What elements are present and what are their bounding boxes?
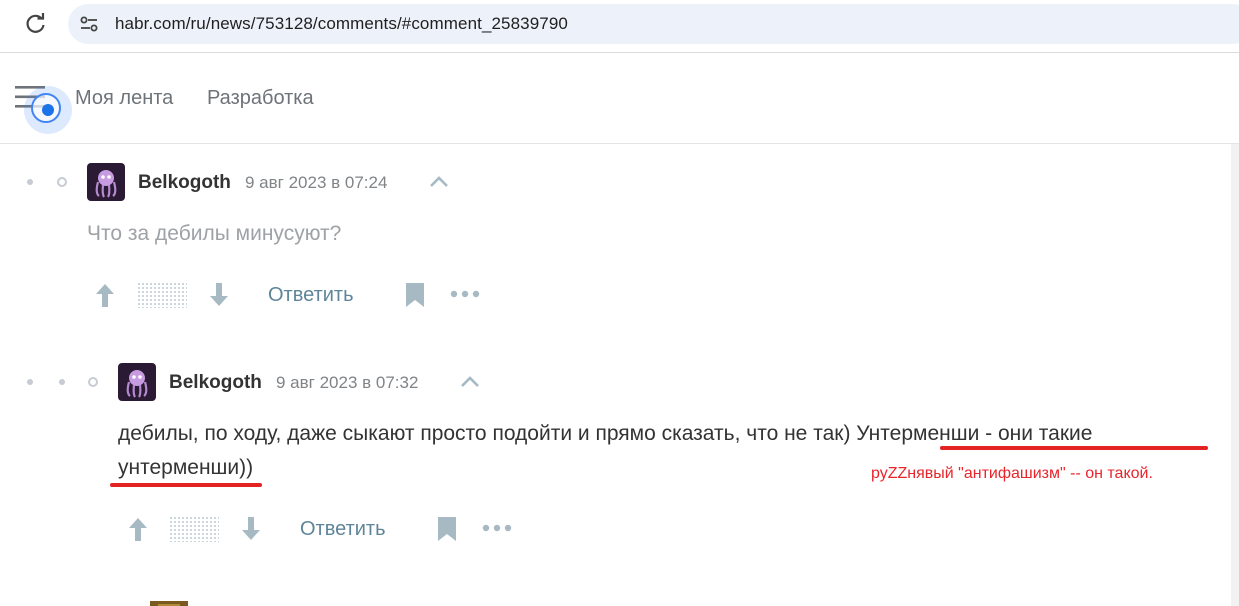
comment-date[interactable]: 9 авг 2023 в 07:24 xyxy=(245,173,387,193)
rating-hidden-icon xyxy=(137,282,187,308)
url-text[interactable]: habr.com/ru/news/753128/comments/#commen… xyxy=(115,14,568,34)
vote-down-icon[interactable] xyxy=(239,516,263,542)
chevron-up-icon[interactable] xyxy=(428,175,450,189)
vote-up-icon[interactable] xyxy=(126,516,150,542)
site-info-icon[interactable] xyxy=(78,13,100,35)
thread-dot xyxy=(27,179,33,185)
avatar[interactable] xyxy=(87,163,125,201)
rating-hidden-icon xyxy=(169,516,219,542)
comment-text: Что за дебилы минусуют? xyxy=(87,222,342,245)
address-bar[interactable]: habr.com/ru/news/753128/comments/#commen… xyxy=(68,4,1239,44)
thread-branch-icon[interactable] xyxy=(88,377,98,387)
comment-date[interactable]: 9 авг 2023 в 07:32 xyxy=(276,373,418,393)
comment-author[interactable]: Belkogoth xyxy=(138,172,231,194)
avatar[interactable] xyxy=(118,363,156,401)
chevron-up-icon[interactable] xyxy=(459,375,481,389)
thread-branch-icon[interactable] xyxy=(57,177,67,187)
reply-button[interactable]: Ответить xyxy=(268,284,354,307)
red-annotation: руZZнявый "антифашизм" -- он такой. xyxy=(871,465,1153,482)
touch-indicator xyxy=(24,86,72,134)
more-icon[interactable] xyxy=(450,290,480,298)
nav-my-feed[interactable]: Моя лента xyxy=(75,87,173,110)
more-icon[interactable] xyxy=(482,524,512,532)
red-underline xyxy=(110,483,262,487)
bookmark-icon[interactable] xyxy=(436,516,458,542)
thread-dot xyxy=(59,379,65,385)
comment-author[interactable]: Belkogoth xyxy=(169,372,262,394)
avatar[interactable] xyxy=(150,597,188,606)
nav-development[interactable]: Разработка xyxy=(207,87,314,110)
vote-down-icon[interactable] xyxy=(207,282,231,308)
comment-text-line: дебилы, по ходу, даже сыкают просто подо… xyxy=(118,422,1093,445)
red-underline xyxy=(940,446,1208,450)
avatar-image xyxy=(118,363,156,401)
browser-toolbar: habr.com/ru/news/753128/comments/#commen… xyxy=(0,0,1239,53)
comment-text-line: унтерменши)) xyxy=(118,456,254,479)
reload-icon[interactable] xyxy=(22,10,50,38)
avatar-image xyxy=(150,601,188,606)
avatar-image xyxy=(87,163,125,201)
comments-section: Belkogoth 9 авг 2023 в 07:24 Что за деби… xyxy=(0,144,1231,606)
reply-button[interactable]: Ответить xyxy=(300,518,386,541)
thread-dot xyxy=(27,379,33,385)
bookmark-icon[interactable] xyxy=(404,282,426,308)
vote-up-icon[interactable] xyxy=(93,282,117,308)
site-header: Моя лента Разработка xyxy=(0,53,1239,144)
